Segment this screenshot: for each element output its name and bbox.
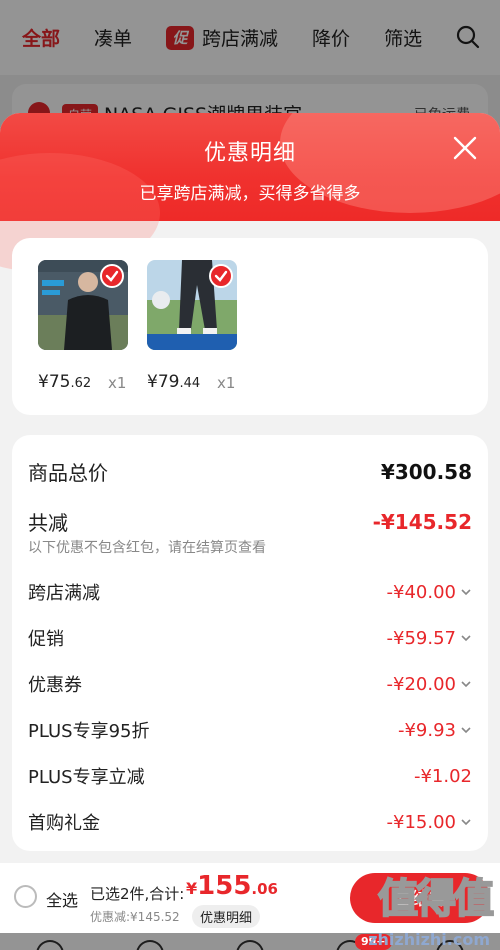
value-text: -¥20.00 (386, 673, 456, 695)
product-qty: x1 (108, 374, 127, 392)
product-selected-check[interactable] (209, 264, 233, 288)
product-item[interactable]: ¥75.62 x1 (38, 260, 128, 392)
selected-info: 已选2件,合计: (90, 885, 185, 903)
discount-item-label: PLUS专享立减 (28, 767, 145, 788)
watermark-url: zhizhizhi.com (368, 930, 490, 949)
sheet-title: 优惠明细 (203, 141, 296, 166)
watermark-logo: 值得值 (377, 875, 495, 923)
discount-item-label: 促销 (28, 629, 64, 650)
discount-item-value: -¥1.02 (414, 766, 472, 787)
price-dec: .44 (179, 376, 201, 391)
discount-item-value: -¥15.00 (387, 812, 472, 833)
chevron-down-icon[interactable] (460, 678, 472, 690)
discount-item-label: 首购礼金 (28, 813, 100, 834)
sheet-subtitle: 已享跨店满减，买得多省得多 (139, 184, 361, 204)
discount-item-label: 优惠券 (28, 675, 82, 696)
value-text: -¥15.00 (386, 811, 456, 833)
discount-summary: 优惠减:¥145.52 (90, 910, 180, 924)
discount-value: -¥145.52 (372, 509, 472, 534)
discount-detail-sheet: 优惠明细 已享跨店满减，买得多省得多 ¥75.62 x1 ¥79.44 x1 商… (0, 113, 500, 863)
product-item[interactable]: ¥79.44 x1 (147, 260, 237, 392)
total-label: 商品总价 (28, 461, 108, 485)
value-text: -¥1.02 (413, 765, 472, 787)
discount-note: 以下优惠不包含红包，请在结算页查看 (28, 540, 266, 556)
close-icon[interactable] (452, 135, 478, 161)
discount-item-row[interactable]: 优惠券 -¥20.00 (28, 671, 472, 697)
product-image-pants[interactable] (147, 260, 237, 350)
select-all-label[interactable]: 全选 (46, 887, 78, 911)
price-dec: .62 (70, 376, 92, 391)
discount-item-label: PLUS专享95折 (28, 721, 150, 742)
check-icon (105, 270, 119, 282)
discount-item-label: 跨店满减 (28, 583, 100, 604)
value-text: -¥59.57 (386, 627, 456, 649)
price-summary-card: 商品总价 ¥300.58 共减 -¥145.52 以下优惠不包含红包，请在结算页… (12, 435, 488, 851)
currency: ¥ (186, 879, 198, 898)
product-price: ¥75.62 (38, 372, 91, 392)
discount-item-value: -¥40.00 (387, 582, 472, 603)
total-dec: .06 (251, 880, 278, 898)
total-row: 商品总价 ¥300.58 (28, 457, 472, 486)
chevron-down-icon[interactable] (460, 586, 472, 598)
product-selected-check[interactable] (100, 264, 124, 288)
product-qty: x1 (217, 374, 236, 392)
check-icon (214, 270, 228, 282)
total-int: 155 (197, 871, 252, 901)
grand-total: ¥155.06 (186, 871, 278, 901)
discount-label: 共减 (28, 511, 68, 535)
discount-item-value: -¥20.00 (387, 674, 472, 695)
value-text: -¥9.93 (397, 719, 456, 741)
discount-item-value: -¥59.57 (387, 628, 472, 649)
chevron-down-icon[interactable] (460, 632, 472, 644)
select-all-radio[interactable] (14, 885, 37, 908)
chevron-down-icon[interactable] (460, 816, 472, 828)
value-text: -¥40.00 (386, 581, 456, 603)
discount-item-row[interactable]: 跨店满减 -¥40.00 (28, 579, 472, 605)
product-image-jacket[interactable] (38, 260, 128, 350)
product-price: ¥79.44 (147, 372, 200, 392)
discount-item-row[interactable]: 首购礼金 -¥15.00 (28, 809, 472, 835)
discount-item-value: -¥9.93 (398, 720, 472, 741)
total-value: ¥300.58 (380, 459, 472, 484)
discount-row: 共减 -¥145.52 (28, 507, 472, 536)
product-card: ¥75.62 x1 ¥79.44 x1 (12, 238, 488, 415)
price-int: ¥79 (147, 372, 180, 392)
discount-detail-button[interactable]: 优惠明细 (192, 905, 261, 928)
discount-item-row: PLUS专享立减 -¥1.02 (28, 763, 472, 789)
chevron-down-icon[interactable] (460, 724, 472, 736)
discount-item-row[interactable]: 促销 -¥59.57 (28, 625, 472, 651)
sheet-header: 优惠明细 已享跨店满减，买得多省得多 (0, 113, 500, 273)
discount-item-row[interactable]: PLUS专享95折 -¥9.93 (28, 717, 472, 743)
price-int: ¥75 (38, 372, 71, 392)
